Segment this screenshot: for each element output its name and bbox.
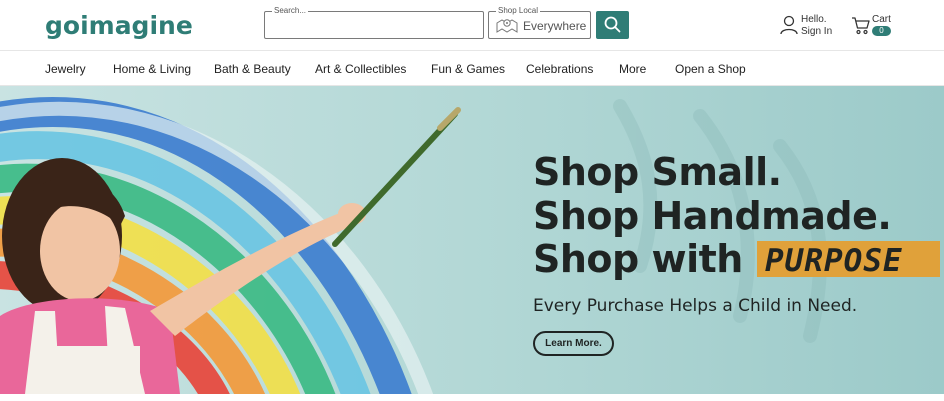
- hero-highlight-text: PURPOSE: [765, 243, 903, 279]
- nav-item-open-shop[interactable]: Open a Shop: [675, 62, 746, 76]
- search-icon: [604, 16, 621, 33]
- hero-illustration: [0, 86, 944, 394]
- hero-headline-line3: Shop with: [533, 237, 743, 281]
- page-bottom-edge: [0, 394, 944, 401]
- shop-local-select[interactable]: Shop Local Everywhere: [488, 5, 591, 39]
- search-button[interactable]: [596, 11, 629, 39]
- shop-local-legend: Shop Local: [496, 5, 541, 16]
- cart-count-badge: 0: [872, 26, 891, 36]
- cart-icon: [852, 17, 870, 35]
- account-greeting: Hello.: [801, 14, 827, 25]
- nav-item-bath-beauty[interactable]: Bath & Beauty: [214, 62, 291, 76]
- sign-in-link[interactable]: Sign In: [801, 26, 832, 37]
- site-logo[interactable]: goimagine: [45, 12, 193, 40]
- nav-item-home-living[interactable]: Home & Living: [113, 62, 191, 76]
- hero-subtitle: Every Purchase Helps a Child in Need.: [533, 296, 858, 316]
- cart-label: Cart: [872, 14, 891, 25]
- learn-more-button[interactable]: Learn More.: [533, 331, 614, 356]
- hero-banner[interactable]: Shop Small. Shop Handmade. Shop with PUR…: [0, 86, 944, 394]
- user-icon: [780, 15, 798, 35]
- search-input[interactable]: Search...: [264, 5, 484, 39]
- nav-item-fun-games[interactable]: Fun & Games: [431, 62, 505, 76]
- search-legend: Search...: [272, 5, 309, 16]
- nav-item-celebrations[interactable]: Celebrations: [526, 62, 593, 76]
- hero-headline-line1: Shop Small.: [533, 150, 782, 194]
- category-nav: Jewelry Home & Living Bath & Beauty Art …: [0, 50, 944, 86]
- hero-headline-line2: Shop Handmade.: [533, 194, 892, 238]
- map-pin-icon: [496, 19, 518, 33]
- nav-item-more[interactable]: More: [619, 62, 646, 76]
- site-header: goimagine Search... Shop Local Everywher…: [0, 0, 944, 50]
- nav-item-art-collectibles[interactable]: Art & Collectibles: [315, 62, 406, 76]
- hero-highlight-badge: PURPOSE: [757, 241, 940, 279]
- shop-local-value: Everywhere: [523, 19, 587, 33]
- nav-item-jewelry[interactable]: Jewelry: [45, 62, 86, 76]
